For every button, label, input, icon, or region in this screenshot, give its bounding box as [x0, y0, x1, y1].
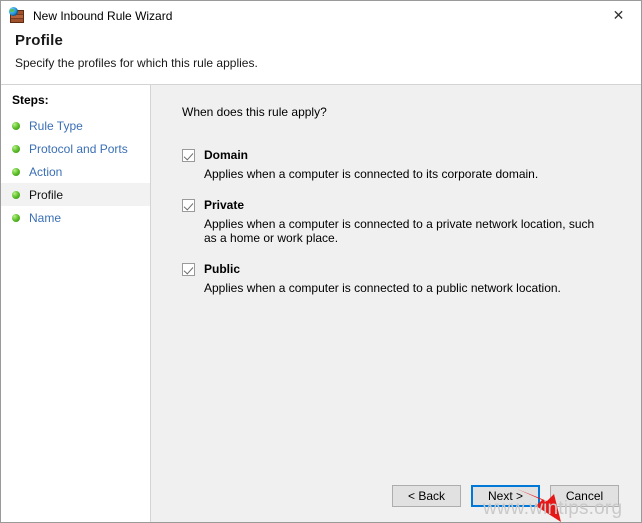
sidebar-item-name[interactable]: Name: [1, 206, 150, 229]
page-title: Profile: [15, 32, 64, 49]
sidebar-item-label: Name: [29, 210, 62, 225]
cancel-button[interactable]: Cancel: [550, 485, 619, 507]
steps-sidebar: Steps: Rule Type Protocol and Ports Acti…: [1, 85, 151, 522]
option-domain: Domain Applies when a computer is connec…: [182, 148, 623, 181]
page-header: Profile Specify the profiles for which t…: [1, 30, 641, 84]
sidebar-item-label: Rule Type: [29, 118, 83, 133]
title-bar: New Inbound Rule Wizard ✕: [1, 1, 641, 30]
sidebar-item-protocol-and-ports[interactable]: Protocol and Ports: [1, 137, 150, 160]
option-private-description: Applies when a computer is connected to …: [204, 217, 595, 245]
sidebar-item-label: Action: [29, 164, 63, 179]
close-icon[interactable]: ✕: [596, 1, 641, 30]
checkbox-domain[interactable]: [182, 148, 195, 162]
option-public: Public Applies when a computer is connec…: [182, 262, 623, 295]
question-text: When does this rule apply?: [182, 105, 327, 119]
profile-options: When does this rule apply? Domain Applie…: [151, 85, 641, 470]
checkbox-public[interactable]: [182, 262, 195, 276]
option-domain-label: Domain: [204, 148, 249, 162]
option-private: Private Applies when a computer is conne…: [182, 198, 623, 245]
option-public-row[interactable]: Public: [182, 262, 623, 276]
step-bullet-icon: [12, 167, 20, 176]
step-bullet-icon: [12, 213, 20, 222]
wizard-window: New Inbound Rule Wizard ✕ Profile Specif…: [0, 0, 642, 523]
sidebar-item-rule-type[interactable]: Rule Type: [1, 114, 150, 137]
option-private-label: Private: [204, 198, 245, 212]
firewall-globe-icon: [9, 7, 26, 24]
wizard-footer: < Back Next > Cancel: [151, 470, 641, 522]
sidebar-item-label: Profile: [29, 187, 64, 202]
option-domain-description: Applies when a computer is connected to …: [204, 167, 539, 181]
sidebar-item-label: Protocol and Ports: [29, 141, 128, 156]
sidebar-item-profile[interactable]: Profile: [1, 183, 150, 206]
option-domain-row[interactable]: Domain: [182, 148, 623, 162]
sidebar-item-action[interactable]: Action: [1, 160, 150, 183]
main-pane: When does this rule apply? Domain Applie…: [151, 85, 641, 522]
step-bullet-icon: [12, 190, 20, 199]
steps-heading: Steps:: [12, 93, 49, 107]
option-private-row[interactable]: Private: [182, 198, 623, 212]
checkbox-private[interactable]: [182, 198, 195, 212]
step-bullet-icon: [12, 144, 20, 153]
option-public-label: Public: [204, 262, 241, 276]
next-button[interactable]: Next >: [471, 485, 540, 507]
window-title: New Inbound Rule Wizard: [33, 8, 173, 23]
back-button[interactable]: < Back: [392, 485, 461, 507]
wizard-body: Steps: Rule Type Protocol and Ports Acti…: [1, 84, 641, 522]
option-public-description: Applies when a computer is connected to …: [204, 281, 561, 295]
step-bullet-icon: [12, 121, 20, 130]
page-subtitle: Specify the profiles for which this rule…: [15, 56, 258, 70]
